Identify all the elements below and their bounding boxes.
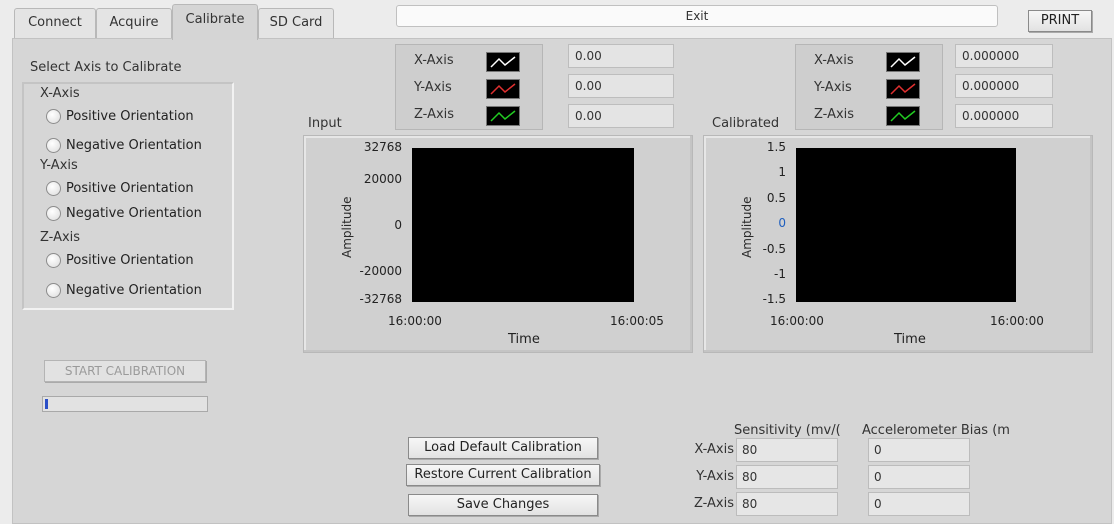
y-axis-label: Amplitude <box>340 196 354 259</box>
y-tick-label: 0 <box>394 218 402 232</box>
tab-connect[interactable]: Connect <box>14 8 96 38</box>
radio-label: Negative Orientation <box>66 282 202 298</box>
y-tick-label: 0 <box>778 216 786 230</box>
y-axis-label: Amplitude <box>740 196 754 259</box>
calibration-progress-bar <box>42 396 208 412</box>
x-axis-label: Time <box>508 332 540 347</box>
plot-line-icon[interactable] <box>486 79 520 99</box>
input-legend-x: X-Axis <box>396 50 542 74</box>
plot-line-icon[interactable] <box>886 52 920 72</box>
x-axis-heading: X-Axis <box>40 86 80 101</box>
calibrated-z-value: 0.000000 <box>955 104 1053 128</box>
y-positive-radio[interactable]: Positive Orientation <box>46 178 194 198</box>
calibrated-y-value: 0.000000 <box>955 74 1053 98</box>
calibrated-legend: X-Axis Y-Axis Z-Axis <box>795 44 943 130</box>
z-sensitivity-input[interactable]: 80 <box>736 492 838 516</box>
radio-circle-icon[interactable] <box>46 205 61 221</box>
y-tick-label: 32768 <box>363 140 402 154</box>
input-legend-y: Y-Axis <box>396 77 542 101</box>
z-bias-input[interactable]: 0 <box>868 492 970 516</box>
y-axis-row-label: Y-Axis <box>696 469 734 484</box>
y-tick-label: 0.5 <box>766 191 786 205</box>
y-sensitivity-input[interactable]: 80 <box>736 465 838 489</box>
calibrated-x-value: 0.000000 <box>955 44 1053 68</box>
x-sensitivity-input[interactable]: 80 <box>736 438 838 462</box>
y-bias-input[interactable]: 0 <box>868 465 970 489</box>
calibrated-graph-title: Calibrated <box>712 116 780 131</box>
radio-label: Negative Orientation <box>66 137 202 153</box>
x-axis-label: Time <box>894 332 926 347</box>
legend-label: Y-Axis <box>414 80 452 95</box>
x-negative-radio[interactable]: Negative Orientation <box>46 135 202 155</box>
y-axis-heading: Y-Axis <box>40 158 78 173</box>
bias-header: Accelerometer Bias (m <box>862 423 1010 438</box>
input-legend-z: Z-Axis <box>396 104 542 128</box>
radio-circle-icon[interactable] <box>46 252 61 268</box>
plot-line-icon[interactable] <box>486 52 520 72</box>
load-default-calibration-button[interactable]: Load Default Calibration <box>408 437 598 459</box>
z-negative-radio[interactable]: Negative Orientation <box>46 280 202 300</box>
tab-calibrate[interactable]: Calibrate <box>172 4 258 40</box>
input-legend: X-Axis Y-Axis Z-Axis <box>395 44 543 130</box>
calibrated-plot-area[interactable] <box>796 148 1016 302</box>
z-axis-row-label: Z-Axis <box>693 496 734 511</box>
x-axis-row-label: X-Axis <box>694 442 734 457</box>
radio-label: Negative Orientation <box>66 205 202 221</box>
sensitivity-header: Sensitivity (mv/( <box>734 423 840 438</box>
radio-label: Positive Orientation <box>66 108 194 124</box>
tab-sd-card[interactable]: SD Card <box>258 8 334 38</box>
start-calibration-button[interactable]: START CALIBRATION <box>44 360 206 382</box>
radio-circle-icon[interactable] <box>46 137 61 153</box>
radio-label: Positive Orientation <box>66 180 194 196</box>
y-tick-label: 1.5 <box>766 140 786 154</box>
input-plot-area[interactable] <box>412 148 634 302</box>
input-graph-title: Input <box>308 116 342 131</box>
plot-line-icon[interactable] <box>886 79 920 99</box>
exit-button[interactable]: Exit <box>396 5 998 27</box>
calibrated-legend-y: Y-Axis <box>796 77 942 101</box>
y-negative-radio[interactable]: Negative Orientation <box>46 203 202 223</box>
y-tick-label: -20000 <box>359 264 402 278</box>
legend-label: Z-Axis <box>814 107 855 122</box>
plot-line-icon[interactable] <box>486 106 520 126</box>
legend-label: Z-Axis <box>414 107 455 122</box>
save-changes-button[interactable]: Save Changes <box>408 494 598 516</box>
y-tick-label: 20000 <box>363 172 402 186</box>
y-tick-label: -1.5 <box>762 292 786 306</box>
input-x-value: 0.00 <box>568 44 674 68</box>
z-positive-radio[interactable]: Positive Orientation <box>46 250 194 270</box>
z-axis-heading: Z-Axis <box>40 230 81 245</box>
progress-fill <box>45 399 49 409</box>
plot-line-icon[interactable] <box>886 106 920 126</box>
x-tick-label: 16:00:00 <box>388 314 442 328</box>
legend-label: Y-Axis <box>814 80 852 95</box>
select-axis-title: Select Axis to Calibrate <box>30 60 182 75</box>
legend-label: X-Axis <box>814 53 854 68</box>
input-graph: 32768 20000 0 -20000 -32768 16:00:00 16:… <box>303 135 693 353</box>
calibrated-graph: 1.5 1 0.5 0 -0.5 -1 -1.5 16:00:00 16:00:… <box>703 135 1093 353</box>
radio-circle-icon[interactable] <box>46 180 61 196</box>
y-tick-label: -32768 <box>359 292 402 306</box>
y-tick-label: -0.5 <box>762 242 786 256</box>
radio-circle-icon[interactable] <box>46 282 61 298</box>
input-z-value: 0.00 <box>568 104 674 128</box>
x-bias-input[interactable]: 0 <box>868 438 970 462</box>
y-tick-label: 1 <box>778 165 786 179</box>
calibrated-legend-z: Z-Axis <box>796 104 942 128</box>
radio-circle-icon[interactable] <box>46 108 61 124</box>
calibrated-legend-x: X-Axis <box>796 50 942 74</box>
restore-current-calibration-button[interactable]: Restore Current Calibration <box>406 464 600 486</box>
y-tick-label: -1 <box>774 267 786 281</box>
x-tick-label: 16:00:00 <box>770 314 824 328</box>
legend-label: X-Axis <box>414 53 454 68</box>
radio-label: Positive Orientation <box>66 252 194 268</box>
print-button[interactable]: PRINT <box>1028 10 1092 32</box>
x-positive-radio[interactable]: Positive Orientation <box>46 106 194 126</box>
x-tick-label: 16:00:05 <box>610 314 664 328</box>
tab-acquire[interactable]: Acquire <box>96 8 172 38</box>
input-y-value: 0.00 <box>568 74 674 98</box>
x-tick-label: 16:00:00 <box>990 314 1044 328</box>
